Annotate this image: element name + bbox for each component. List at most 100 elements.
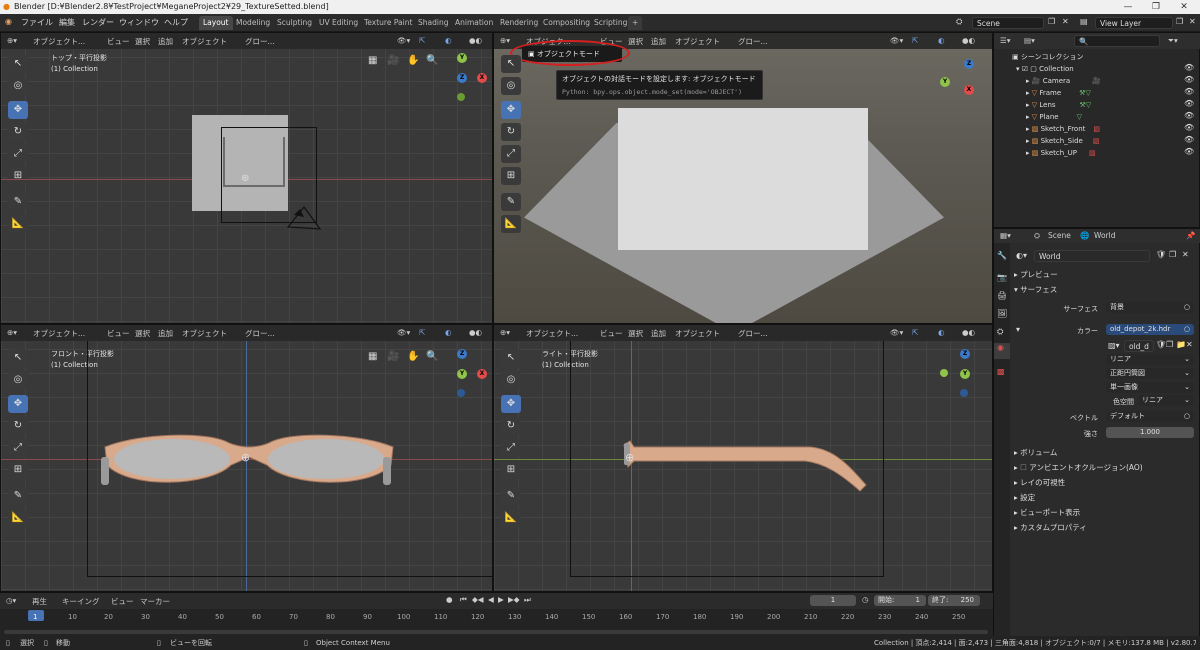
gizmo-x-axis[interactable]: X: [964, 85, 974, 95]
pan-hand-icon[interactable]: ✋: [407, 55, 419, 66]
menu-view[interactable]: ビュー: [107, 328, 130, 339]
select-tool-icon[interactable]: ↖: [8, 55, 28, 73]
blender-menu-icon[interactable]: ◉: [5, 17, 12, 26]
tab-layout[interactable]: Layout: [199, 16, 233, 30]
transform-tool-icon[interactable]: ⊞: [501, 167, 521, 185]
gizmo-neg-z[interactable]: [960, 389, 968, 397]
outliner-item-sketch-front[interactable]: ▸ ▨ Sketch_Front ▨: [994, 123, 1200, 135]
move-tool-icon[interactable]: ✥: [8, 395, 28, 413]
zoom-icon[interactable]: 🔍: [426, 55, 438, 66]
jump-end-icon[interactable]: ⏭: [524, 595, 531, 605]
gizmo-x-axis[interactable]: X: [477, 369, 487, 379]
clock-icon[interactable]: ◷: [862, 595, 869, 604]
tab-animation[interactable]: Animation: [451, 16, 497, 30]
section-viewport-display[interactable]: ▸ ビューポート表示: [1014, 507, 1080, 518]
menu-window[interactable]: ウィンドウ: [119, 17, 159, 28]
minimize-icon[interactable]: —: [1114, 0, 1142, 14]
gizmo-icon[interactable]: ⇱: [912, 328, 918, 337]
tool-tab-icon[interactable]: 🔧: [997, 251, 1007, 260]
texture-tab-icon[interactable]: ▩: [997, 367, 1005, 376]
viewport-front[interactable]: ⊕▾ オブジェクト... ビュー 選択 追加 オブジェクト グロー... 👁▾ …: [0, 324, 493, 592]
outliner-item-camera[interactable]: ▸ 🎥 Camera 🎥: [994, 75, 1200, 87]
menu-object[interactable]: オブジェクト: [182, 36, 227, 47]
gizmo-icon[interactable]: ⇱: [912, 36, 918, 45]
section-volume[interactable]: ▸ ボリューム: [1014, 447, 1057, 458]
overlay-icon[interactable]: ◐: [445, 36, 452, 45]
new-world-icon[interactable]: ❐: [1169, 250, 1176, 259]
section-surface[interactable]: ▾ サーフェス: [1014, 284, 1057, 295]
section-ray-visibility[interactable]: ▸ レイの可視性: [1014, 477, 1065, 488]
menu-edit[interactable]: 編集: [59, 17, 75, 28]
interpolation-dropdown[interactable]: リニア ⌄: [1106, 354, 1194, 365]
gizmo-icon[interactable]: ⇱: [419, 36, 425, 45]
editor-type-icon[interactable]: ⊕▾: [500, 328, 510, 337]
source-dropdown[interactable]: 単一画像 ⌄: [1106, 382, 1194, 393]
menu-select[interactable]: 選択: [628, 328, 643, 339]
image-browse-icon[interactable]: ▨▾: [1108, 341, 1120, 350]
measure-tool-icon[interactable]: 📐: [8, 215, 28, 233]
surface-dropdown[interactable]: 背景 ○: [1106, 302, 1194, 313]
outliner-item-plane[interactable]: ▸ ▽ Plane ▽: [994, 111, 1200, 123]
section-custom-properties[interactable]: ▸ カスタムプロパティ: [1014, 522, 1087, 533]
gizmo-neg-z[interactable]: [457, 389, 465, 397]
colorspace-dropdown[interactable]: リニア ⌄: [1138, 395, 1194, 406]
menu-object[interactable]: オブジェクト: [675, 328, 720, 339]
viewport-top[interactable]: ⊕▾ オブジェクト... ビュー 選択 追加 オブジェクト グロー... 👁▾ …: [0, 32, 493, 324]
annotate-tool-icon[interactable]: ✎: [8, 193, 28, 211]
orientation-dropdown[interactable]: グロー...: [245, 328, 275, 339]
scale-tool-icon[interactable]: ⤢: [8, 439, 28, 457]
section-settings[interactable]: ▸ 設定: [1014, 492, 1035, 503]
render-tab-icon[interactable]: 📷: [997, 273, 1007, 282]
tab-texture-paint[interactable]: Texture Paint: [360, 16, 416, 30]
ao-checkbox-icon[interactable]: ☐: [1020, 463, 1027, 472]
close-icon[interactable]: ✕: [1170, 0, 1198, 14]
outliner-collection[interactable]: ▾ ☑ ▢ Collection: [994, 63, 1200, 75]
tab-uv-editing[interactable]: UV Editing: [315, 16, 362, 30]
cursor-tool-icon[interactable]: ◎: [501, 77, 521, 95]
editor-type-icon[interactable]: ⊕▾: [7, 328, 17, 337]
tab-sculpting[interactable]: Sculpting: [273, 16, 316, 30]
visibility-icon[interactable]: 👁▾: [890, 328, 903, 337]
new-view-layer-icon[interactable]: ❐: [1176, 17, 1183, 26]
menu-view[interactable]: ビュー: [600, 328, 623, 339]
menu-select[interactable]: 選択: [135, 36, 150, 47]
current-frame-field[interactable]: 1: [810, 595, 856, 606]
select-tool-icon[interactable]: ↖: [501, 55, 521, 73]
unlink-world-icon[interactable]: ✕: [1182, 250, 1189, 259]
gizmo-neg-y[interactable]: [940, 369, 948, 377]
timeline-editor-icon[interactable]: ◷▾: [6, 596, 16, 605]
annotate-tool-icon[interactable]: ✎: [8, 487, 28, 505]
annotate-tool-icon[interactable]: ✎: [501, 193, 521, 211]
orientation-dropdown[interactable]: グロー...: [738, 328, 768, 339]
camera-view-icon[interactable]: 🎥: [387, 55, 399, 66]
rotate-tool-icon[interactable]: ↻: [8, 417, 28, 435]
outliner-root[interactable]: ▣ シーンコレクション: [994, 51, 1200, 63]
menu-playback[interactable]: 再生: [32, 596, 47, 607]
menu-add[interactable]: 追加: [158, 36, 173, 47]
outliner-item-lens[interactable]: ▸ ▽ Lens ⚒▽: [994, 99, 1200, 111]
scene-tab-icon[interactable]: ⛭: [1034, 231, 1040, 241]
menu-view[interactable]: ビュー: [111, 596, 134, 607]
outliner-editor-icon[interactable]: ☰▾: [1000, 36, 1011, 45]
view-layer-field[interactable]: View Layer: [1095, 17, 1173, 29]
scene-tab-icon[interactable]: ⛭: [997, 327, 1003, 337]
gizmo-x-axis[interactable]: X: [477, 73, 487, 83]
visibility-icon[interactable]: 👁▾: [397, 36, 410, 45]
image-unlink-icon[interactable]: ✕: [1186, 340, 1193, 349]
gizmo-y-axis[interactable]: Y: [940, 77, 950, 87]
tab-scene-label[interactable]: Scene: [1048, 231, 1071, 240]
orientation-dropdown[interactable]: グロー...: [245, 36, 275, 47]
menu-render[interactable]: レンダー: [82, 17, 114, 28]
display-mode-icon[interactable]: ▤▾: [1024, 36, 1035, 45]
prev-keyframe-icon[interactable]: ◆◀: [472, 595, 484, 604]
color-texture-dropdown[interactable]: old_depot_2k.hdr ○: [1106, 324, 1194, 335]
transform-tool-icon[interactable]: ⊞: [8, 461, 28, 479]
menu-object[interactable]: オブジェクト: [675, 36, 720, 47]
menu-view[interactable]: ビュー: [107, 36, 130, 47]
visibility-eye-icon[interactable]: 👁: [1184, 99, 1194, 108]
pan-hand-icon[interactable]: ✋: [407, 351, 419, 362]
world-name-field[interactable]: World: [1034, 250, 1150, 262]
visibility-icon[interactable]: 👁▾: [397, 328, 410, 337]
tab-shading[interactable]: Shading: [414, 16, 452, 30]
view-layer-tab-icon[interactable]: 🖼: [997, 309, 1007, 318]
